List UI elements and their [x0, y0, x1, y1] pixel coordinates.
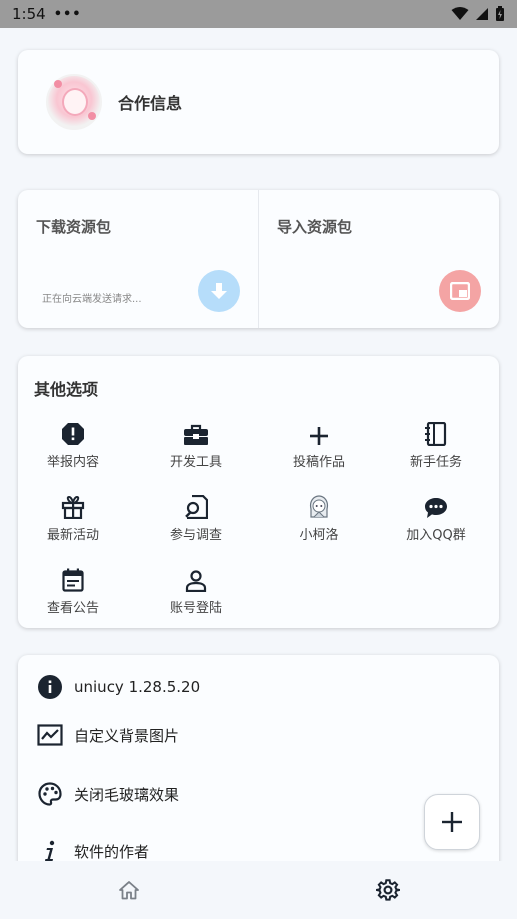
- chat-icon: [425, 498, 447, 518]
- plus-icon: [310, 427, 328, 445]
- option-label: 加入QQ群: [406, 528, 466, 543]
- author-row[interactable]: 软件的作者: [36, 840, 149, 862]
- floating-add-button[interactable]: [424, 794, 480, 850]
- custom-background-label: 自定义背景图片: [74, 726, 180, 745]
- avatar: [46, 74, 102, 130]
- status-bar: 1:54 •••: [0, 0, 517, 28]
- cooperation-title: 合作信息: [118, 94, 183, 113]
- notebook-icon: [425, 422, 447, 446]
- custom-background-row[interactable]: 自定义背景图片: [36, 724, 179, 746]
- signal-icon: [476, 8, 488, 20]
- bottom-nav: [0, 861, 517, 919]
- download-status: 正在向云端发送请求...: [42, 294, 142, 305]
- version-row[interactable]: uniucy 1.28.5.20: [36, 675, 200, 699]
- italic-info-icon: [45, 840, 55, 861]
- option-latest-events[interactable]: 最新活动: [18, 495, 128, 543]
- option-label: 账号登陆: [169, 601, 222, 616]
- import-title: 导入资源包: [277, 218, 353, 236]
- option-label: 查看公告: [46, 601, 99, 616]
- info-circle-icon: [38, 675, 62, 699]
- option-label: 新手任务: [409, 455, 462, 470]
- options-title: 其他选项: [34, 380, 99, 399]
- option-label: 开发工具: [169, 455, 222, 470]
- option-report[interactable]: 举报内容: [18, 422, 128, 470]
- toolbox-icon: [184, 424, 208, 445]
- picture-in-picture-icon: [450, 282, 470, 300]
- option-account-login[interactable]: 账号登陆: [141, 568, 251, 616]
- person-icon: [185, 570, 207, 592]
- option-announcements[interactable]: 查看公告: [18, 568, 128, 616]
- home-icon: [119, 881, 140, 900]
- resource-pack-card: 下载资源包 正在向云端发送请求... 导入资源包: [18, 190, 499, 328]
- gear-icon: [375, 879, 400, 901]
- option-label: 最新活动: [46, 528, 99, 543]
- import-resource-pack[interactable]: 导入资源包: [258, 190, 499, 328]
- glass-effect-row[interactable]: 关闭毛玻璃效果: [36, 782, 179, 806]
- status-icons: [451, 6, 505, 22]
- option-dev-tools[interactable]: 开发工具: [141, 422, 251, 470]
- report-icon: [62, 423, 84, 445]
- option-xiao-ke-luo[interactable]: 小柯洛: [264, 495, 374, 543]
- image-chart-icon: [37, 724, 63, 746]
- download-resource-pack[interactable]: 下载资源包 正在向云端发送请求...: [18, 190, 258, 328]
- character-icon: [309, 495, 329, 518]
- status-notification-dots: •••: [53, 6, 82, 22]
- survey-icon: [185, 495, 208, 519]
- nav-settings[interactable]: [259, 861, 517, 919]
- other-options-card: 其他选项 举报内容 开发工具 投稿作品 新手任务 最新活动 参与调查 小柯洛 加…: [18, 356, 499, 628]
- import-button[interactable]: [439, 270, 481, 312]
- option-newbie-task[interactable]: 新手任务: [381, 422, 491, 470]
- option-label: 小柯洛: [299, 528, 339, 543]
- wifi-icon: [451, 7, 469, 20]
- option-join-qq-group[interactable]: 加入QQ群: [381, 495, 491, 543]
- option-label: 投稿作品: [292, 455, 345, 470]
- cooperation-card[interactable]: 合作信息: [18, 50, 499, 154]
- option-survey[interactable]: 参与调查: [141, 495, 251, 543]
- nav-home[interactable]: [0, 861, 259, 919]
- download-arrow-icon: [211, 283, 227, 299]
- battery-icon: [496, 6, 504, 21]
- download-button[interactable]: [198, 270, 240, 312]
- option-submit-work[interactable]: 投稿作品: [264, 422, 374, 470]
- status-time: 1:54: [12, 5, 46, 23]
- palette-icon: [38, 782, 62, 806]
- author-label: 软件的作者: [74, 842, 150, 861]
- option-label: 参与调查: [169, 528, 222, 543]
- option-label: 举报内容: [46, 455, 99, 470]
- plus-icon: [442, 812, 462, 832]
- download-title: 下载资源包: [36, 218, 112, 236]
- version-text: uniucy 1.28.5.20: [74, 678, 201, 696]
- gift-icon: [61, 495, 85, 519]
- calendar-icon: [62, 568, 84, 592]
- glass-effect-label: 关闭毛玻璃效果: [74, 785, 180, 804]
